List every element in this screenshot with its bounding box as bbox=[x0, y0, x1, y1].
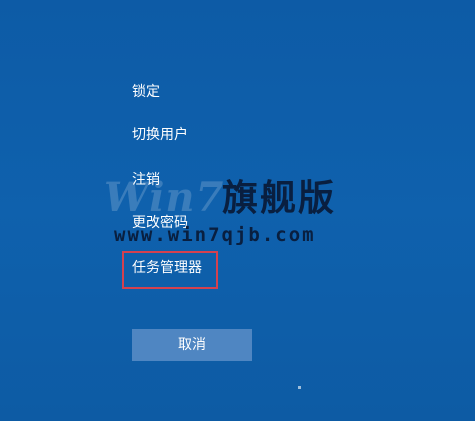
menu-item-change-password[interactable]: 更改密码 bbox=[132, 213, 188, 233]
mouse-cursor-icon bbox=[298, 386, 301, 389]
menu-item-lock[interactable]: 锁定 bbox=[132, 82, 160, 102]
task-manager-highlight-box bbox=[122, 251, 218, 289]
secure-desktop-background: 锁定 切换用户 注销 更改密码 任务管理器 取消 Win7 旗舰版 www.wi… bbox=[0, 0, 475, 421]
cancel-button[interactable]: 取消 bbox=[132, 329, 252, 361]
watermark-brand-cn: 旗舰版 bbox=[222, 178, 337, 219]
menu-item-sign-out[interactable]: 注销 bbox=[132, 170, 160, 190]
menu-item-switch-user[interactable]: 切换用户 bbox=[132, 125, 188, 145]
